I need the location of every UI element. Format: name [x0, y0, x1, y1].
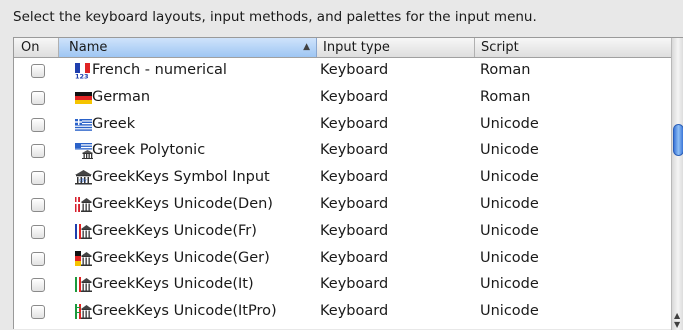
row-script: Unicode — [480, 169, 539, 186]
row-name: GreekKeys Symbol Input — [92, 169, 270, 186]
row-script: Unicode — [480, 276, 539, 293]
temple-icon: αβγ — [75, 170, 92, 185]
germany-flag-icon — [75, 91, 92, 104]
row-name: GreekKeys Unicode(Ger) — [92, 249, 270, 266]
row-name: GreekKeys Unicode(Fr) — [92, 222, 257, 239]
greece-temple-flag-icon — [75, 143, 93, 160]
greece-flag-icon — [75, 118, 92, 131]
france-temple-icon — [75, 223, 92, 239]
row-input-type: Keyboard — [320, 88, 389, 105]
row-input-type: Keyboard — [320, 169, 389, 186]
scroll-down-arrow-icon[interactable]: ▼ — [674, 320, 680, 329]
row-script: Unicode — [480, 249, 539, 266]
column-header-on[interactable]: On — [14, 38, 59, 57]
denmark-temple-icon — [75, 196, 92, 212]
row-input-type: Keyboard — [320, 303, 389, 320]
column-header-name[interactable]: Name ▲ — [59, 38, 317, 57]
table-row[interactable]: GreekKeys Unicode(Fr) Keyboard Unicode — [14, 219, 671, 246]
sort-ascending-icon: ▲ — [303, 42, 310, 52]
svg-text:αβγ: αβγ — [79, 178, 87, 183]
table-row[interactable]: Greek Polytonic Keyboard Unicode — [14, 138, 671, 165]
italy-pro-temple-icon — [75, 304, 92, 320]
column-header-input-type[interactable]: Input type — [317, 38, 475, 57]
enable-checkbox[interactable] — [31, 171, 45, 186]
enable-checkbox[interactable] — [31, 144, 45, 159]
row-name: GreekKeys Unicode(Den) — [92, 195, 273, 212]
row-input-type: Keyboard — [320, 276, 389, 293]
instruction-text: Select the keyboard layouts, input metho… — [13, 9, 537, 25]
row-input-type: Keyboard — [320, 62, 389, 78]
scrollbar-thumb[interactable] — [673, 124, 683, 156]
row-script: Unicode — [480, 195, 539, 212]
row-input-type: Keyboard — [320, 249, 389, 266]
table-rows: 123 French - numerical Keyboard Roman Ge… — [14, 58, 671, 330]
row-name: GreekKeys Unicode(ItPro) — [92, 303, 277, 320]
row-name: French - numerical — [92, 62, 227, 78]
enable-checkbox[interactable] — [31, 251, 45, 266]
enable-checkbox[interactable] — [31, 90, 45, 105]
row-script: Unicode — [480, 142, 539, 159]
table-row[interactable]: GreekKeys Unicode(It) Keyboard Unicode — [14, 272, 671, 299]
enable-checkbox[interactable] — [31, 197, 45, 212]
enable-checkbox[interactable] — [31, 305, 45, 320]
italy-temple-icon — [75, 277, 92, 293]
enable-checkbox[interactable] — [31, 117, 45, 132]
input-sources-table[interactable]: On Name ▲ Input type Script 123 French -… — [13, 37, 683, 330]
row-name: Greek Polytonic — [92, 142, 206, 159]
table-row[interactable]: GreekKeys Unicode(ItPro) Keyboard Unicod… — [14, 299, 671, 326]
row-input-type: Keyboard — [320, 222, 389, 239]
row-input-type: Keyboard — [320, 142, 389, 159]
enable-checkbox[interactable] — [31, 278, 45, 293]
scroll-up-arrow-icon[interactable]: ▲ — [674, 311, 680, 320]
table-row[interactable]: 123 French - numerical Keyboard Roman — [14, 58, 671, 85]
row-name: GreekKeys Unicode(It) — [92, 276, 254, 293]
table-header: On Name ▲ Input type Script — [14, 38, 671, 58]
table-row[interactable]: German Keyboard Roman — [14, 85, 671, 112]
table-row[interactable]: GreekKeys Unicode(Den) Keyboard Unicode — [14, 192, 671, 219]
vertical-scrollbar[interactable]: ▲ ▼ — [671, 38, 683, 330]
germany-temple-icon — [75, 250, 92, 266]
table-row[interactable]: αβγ GreekKeys Symbol Input Keyboard Unic… — [14, 165, 671, 192]
column-header-script[interactable]: Script — [475, 38, 671, 57]
row-input-type: Keyboard — [320, 115, 389, 132]
row-name: Greek — [92, 115, 136, 132]
row-script: Roman — [480, 88, 531, 105]
france-numeric-flag-icon: 123 — [75, 63, 90, 80]
enable-checkbox[interactable] — [31, 64, 45, 78]
row-script: Unicode — [480, 115, 539, 132]
table-row[interactable]: GreekKeys Unicode(Ger) Keyboard Unicode — [14, 246, 671, 273]
row-input-type: Keyboard — [320, 195, 389, 212]
enable-checkbox[interactable] — [31, 224, 45, 239]
row-script: Unicode — [480, 303, 539, 320]
svg-text:123: 123 — [75, 73, 89, 80]
table-row[interactable]: Greek Keyboard Unicode — [14, 112, 671, 139]
row-name: German — [92, 88, 151, 105]
row-script: Roman — [480, 62, 531, 78]
row-script: Unicode — [480, 222, 539, 239]
column-header-name-label: Name — [69, 40, 108, 55]
